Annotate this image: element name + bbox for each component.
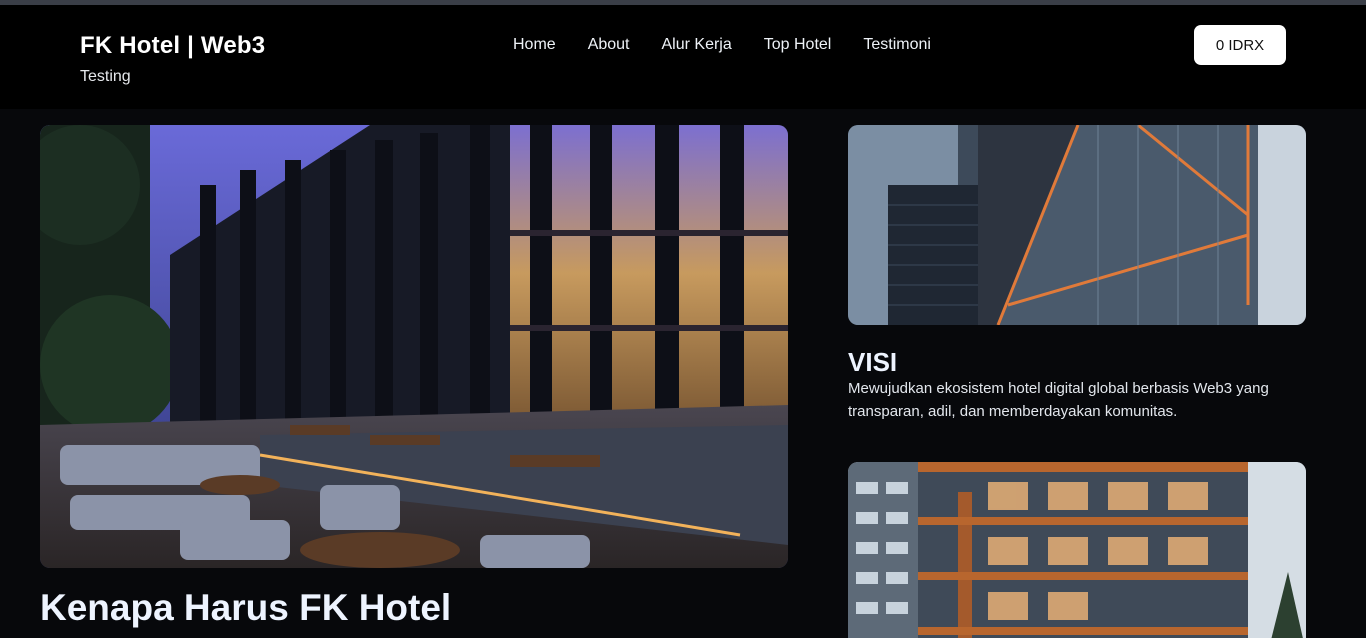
brand-title[interactable]: FK Hotel | Web3 [80, 32, 265, 60]
site-header: FK Hotel | Web3 Testing Home About Alur … [0, 5, 1366, 109]
nav-about[interactable]: About [588, 36, 630, 54]
residential-tower-image [848, 462, 1306, 638]
visi-description: Mewujudkan ekosistem hotel digital globa… [848, 380, 1269, 420]
visi-heading: VISI [848, 347, 898, 377]
glass-tower-image [848, 125, 1306, 325]
hotel-terrace-illustration [40, 125, 788, 568]
wallet-balance-button[interactable]: 0 IDRX [1194, 25, 1286, 65]
glass-tower-illustration [848, 125, 1306, 325]
main-content: Kenapa Harus FK Hotel VISI Mewujudkan ek… [0, 109, 1366, 638]
hotel-terrace-image [40, 125, 788, 568]
why-fk-hotel-heading: Kenapa Harus FK Hotel [40, 587, 452, 628]
main-nav: Home About Alur Kerja Top Hotel Testimon… [513, 36, 931, 54]
residential-tower-illustration [848, 462, 1306, 638]
nav-alur-kerja[interactable]: Alur Kerja [662, 36, 732, 54]
nav-home[interactable]: Home [513, 36, 556, 54]
nav-testimoni[interactable]: Testimoni [863, 36, 931, 54]
nav-top-hotel[interactable]: Top Hotel [764, 36, 832, 54]
brand-subtitle: Testing [80, 68, 131, 85]
